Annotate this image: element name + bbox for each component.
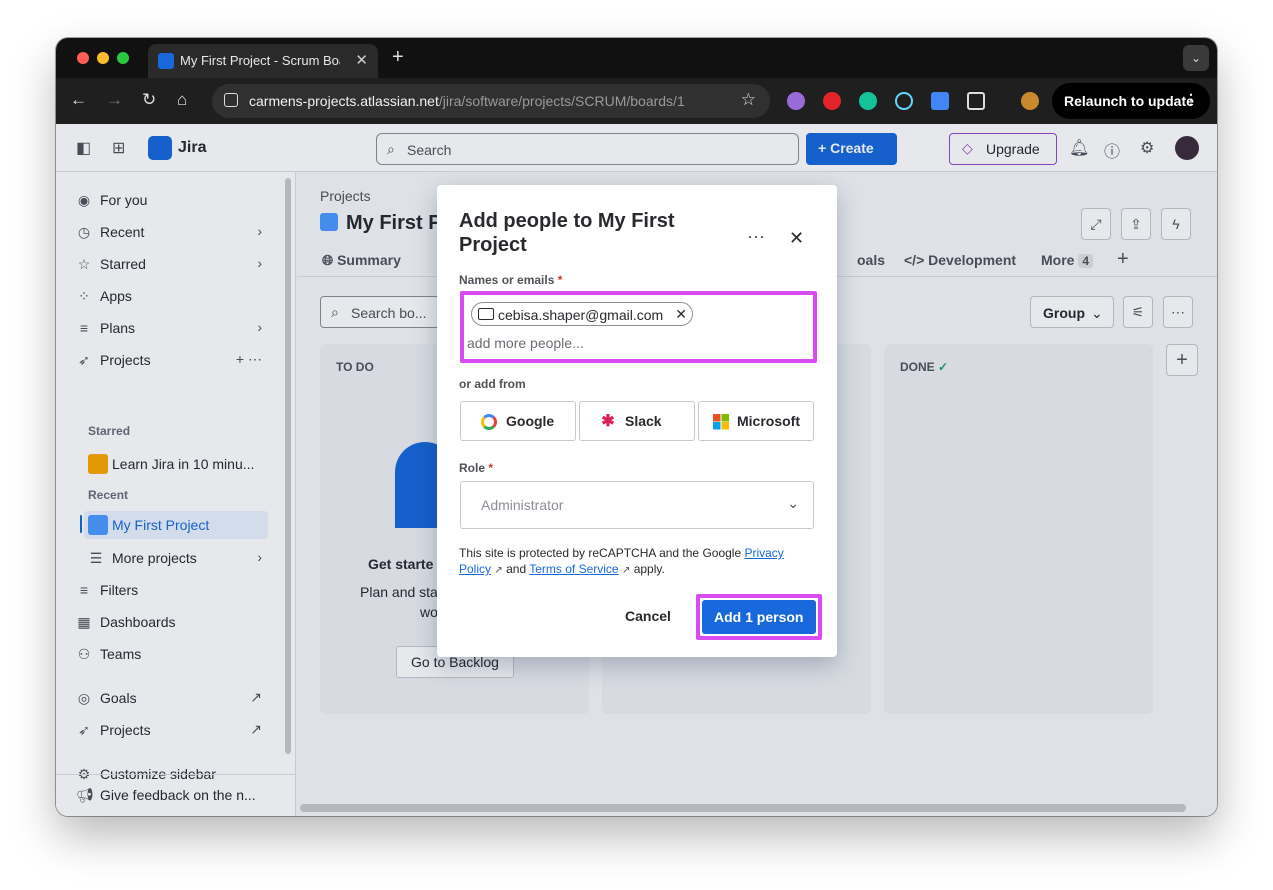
dialog-more-icon[interactable]: ⋯	[747, 227, 766, 248]
maximize-window-button[interactable]	[117, 52, 129, 64]
chevron-down-icon: ⌄	[787, 495, 799, 511]
relaunch-label: Relaunch to update	[1064, 93, 1194, 109]
google-button[interactable]: Google	[460, 401, 576, 441]
dialog-title: Add people to My First Project	[459, 210, 675, 256]
external-link-icon: ↗	[494, 565, 503, 576]
envelope-icon	[478, 308, 494, 320]
address-bar[interactable]: carmens-projects.atlassian.net/jira/soft…	[212, 84, 770, 118]
chip-email: cebisa.shaper@gmail.com	[498, 307, 664, 323]
jira-favicon-icon	[158, 53, 174, 69]
browser-toolbar: ← → ↻ ⌂ carmens-projects.atlassian.net/j…	[56, 78, 1217, 124]
relaunch-button[interactable]: Relaunch to update ⋮	[1052, 83, 1210, 119]
terms-of-service-link[interactable]: Terms of Service	[529, 562, 618, 576]
bookmark-star-icon[interactable]: ☆	[741, 90, 756, 110]
close-window-button[interactable]	[77, 52, 89, 64]
minimize-window-button[interactable]	[97, 52, 109, 64]
extensions-puzzle-icon[interactable]	[967, 92, 985, 110]
close-icon[interactable]: ✕	[789, 228, 804, 249]
extension-blue-icon[interactable]	[931, 92, 949, 110]
people-input[interactable]: cebisa.shaper@gmail.com ✕ add more peopl…	[460, 291, 817, 363]
slack-button[interactable]: ✱ Slack	[579, 401, 695, 441]
new-tab-icon[interactable]: +	[392, 46, 404, 69]
or-add-from-label: or add from	[459, 377, 526, 391]
add-button-highlight: Add 1 person	[696, 594, 822, 640]
extension-red-icon[interactable]	[823, 92, 841, 110]
browser-tab-active[interactable]: My First Project - Scrum Boar ✕	[148, 44, 378, 78]
google-icon	[481, 414, 497, 430]
role-select[interactable]: Administrator ⌄	[460, 481, 814, 529]
react-devtools-icon[interactable]	[895, 92, 913, 110]
close-tab-icon[interactable]: ✕	[355, 51, 368, 69]
back-arrow-icon[interactable]: ←	[70, 90, 87, 110]
grammarly-icon[interactable]	[859, 92, 877, 110]
remove-chip-icon[interactable]: ✕	[675, 306, 687, 323]
role-value: Administrator	[481, 497, 564, 513]
role-label: Role *	[459, 461, 494, 475]
external-link-icon: ↗	[621, 565, 631, 576]
profile-moon-icon[interactable]	[1021, 92, 1039, 110]
site-settings-icon[interactable]	[224, 93, 238, 107]
reload-icon[interactable]: ↻	[142, 90, 156, 110]
add-more-placeholder[interactable]: add more people...	[467, 335, 584, 351]
add-people-dialog: Add people to My First Project ⋯ ✕ Names…	[437, 185, 837, 657]
tab-strip: My First Project - Scrum Boar ✕ + ⌄	[56, 38, 1217, 78]
names-label: Names or emails *	[459, 273, 563, 287]
slack-icon: ✱	[601, 413, 615, 430]
url-text: carmens-projects.atlassian.net/jira/soft…	[249, 93, 685, 109]
browser-window: My First Project - Scrum Boar ✕ + ⌄ ← → …	[56, 38, 1217, 816]
microsoft-button[interactable]: Microsoft	[698, 401, 814, 441]
microsoft-icon	[713, 414, 729, 430]
forward-arrow-icon[interactable]: →	[106, 90, 123, 110]
email-chip: cebisa.shaper@gmail.com ✕	[471, 302, 693, 326]
tab-search-chevron-icon[interactable]: ⌄	[1183, 45, 1209, 71]
cancel-button[interactable]: Cancel	[625, 608, 671, 624]
tab-title: My First Project - Scrum Boar	[180, 53, 340, 68]
home-icon[interactable]: ⌂	[177, 90, 187, 110]
extension-purple-icon[interactable]	[787, 92, 805, 110]
more-vertical-icon[interactable]: ⋮	[1184, 91, 1198, 108]
recaptcha-notice: This site is protected by reCAPTCHA and …	[459, 546, 784, 576]
add-person-button[interactable]: Add 1 person	[702, 600, 816, 634]
